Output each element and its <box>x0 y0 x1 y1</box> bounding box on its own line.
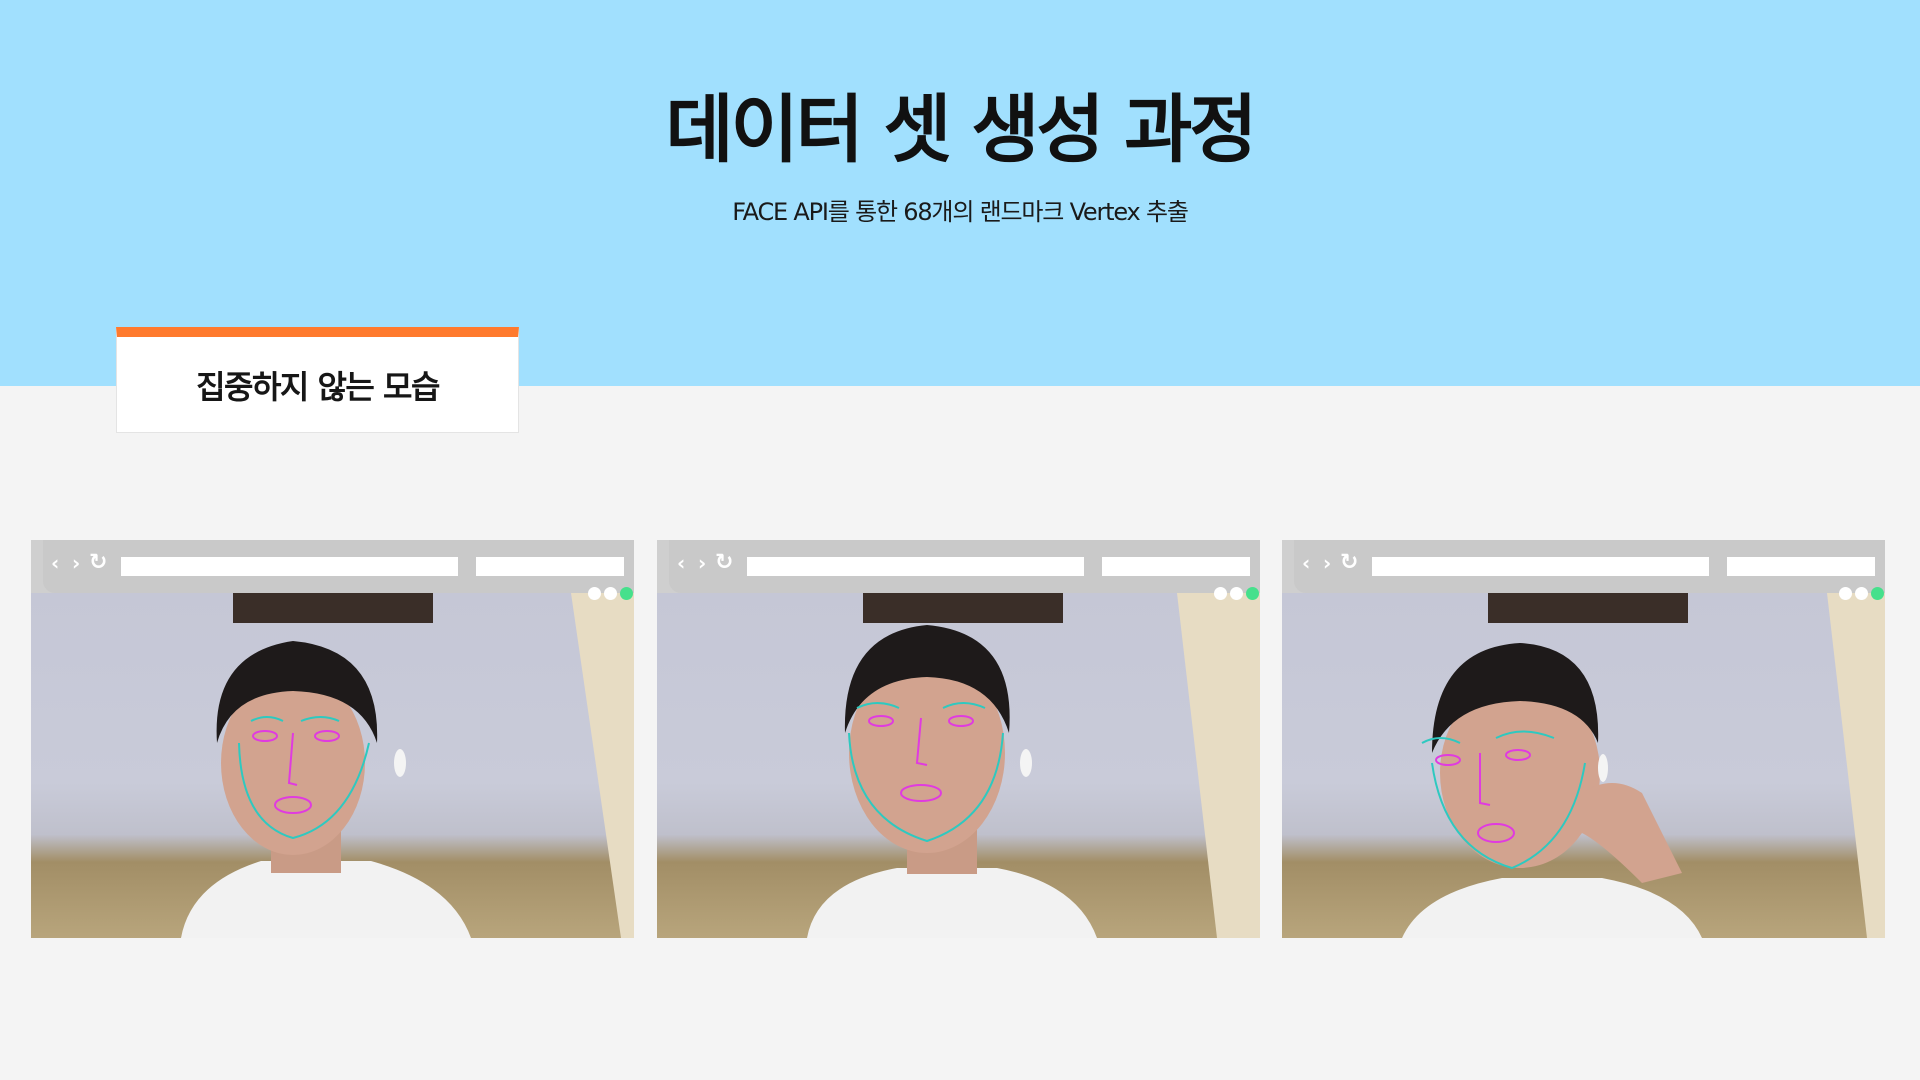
browser-toolbar: ‹ › ↻ <box>43 540 634 600</box>
window-dot-green[interactable] <box>1871 587 1884 600</box>
browser-frame-2: ‹ › ↻ <box>657 540 1260 938</box>
address-bar[interactable] <box>121 557 458 576</box>
chevron-right-icon[interactable]: › <box>72 552 80 574</box>
reload-icon[interactable]: ↻ <box>89 552 107 574</box>
webcam-photo <box>657 593 1260 938</box>
webcam-photo <box>1282 593 1885 938</box>
reload-icon[interactable]: ↻ <box>1340 552 1358 574</box>
section-card: 집중하지 않는 모습 <box>116 327 519 433</box>
chevron-right-icon[interactable]: › <box>698 552 706 574</box>
search-bar[interactable] <box>1727 557 1875 576</box>
search-bar[interactable] <box>1102 557 1250 576</box>
browser-toolbar: ‹ › ↻ <box>1294 540 1885 600</box>
chevron-left-icon[interactable]: ‹ <box>677 552 685 574</box>
window-dot[interactable] <box>1214 587 1227 600</box>
address-bar[interactable] <box>1372 557 1709 576</box>
window-dot[interactable] <box>588 587 601 600</box>
reload-icon[interactable]: ↻ <box>715 552 733 574</box>
browser-frame-3: ‹ › ↻ <box>1282 540 1885 938</box>
search-bar[interactable] <box>476 557 624 576</box>
chevron-right-icon[interactable]: › <box>1323 552 1331 574</box>
window-dot[interactable] <box>1839 587 1852 600</box>
browser-toolbar: ‹ › ↻ <box>669 540 1260 600</box>
page-title: 데이터 셋 생성 과정 <box>665 87 1258 173</box>
section-label: 집중하지 않는 모습 <box>196 367 440 406</box>
chevron-left-icon[interactable]: ‹ <box>1302 552 1310 574</box>
window-dot[interactable] <box>1855 587 1868 600</box>
window-dot[interactable] <box>1230 587 1243 600</box>
page-subtitle: FACE API를 통한 68개의 랜드마크 Vertex 추출 <box>732 198 1189 226</box>
window-dot-green[interactable] <box>1246 587 1259 600</box>
address-bar[interactable] <box>747 557 1084 576</box>
window-dot-green[interactable] <box>620 587 633 600</box>
chevron-left-icon[interactable]: ‹ <box>51 552 59 574</box>
window-dot[interactable] <box>604 587 617 600</box>
webcam-photo <box>31 593 634 938</box>
browser-frame-1: ‹ › ↻ <box>31 540 634 938</box>
